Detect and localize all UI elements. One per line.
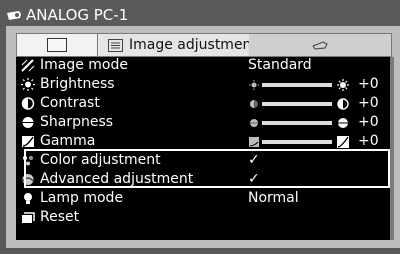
setup-icon: [312, 41, 328, 50]
menu-item-number: +0: [358, 76, 379, 92]
contrast-slider[interactable]: [248, 98, 356, 110]
contrast-icon: [21, 97, 35, 110]
image-adjustment-icon: [108, 38, 123, 52]
menu-item-label: Contrast: [40, 95, 100, 111]
tab-strip: Image adjustment: [16, 33, 392, 57]
tab-image-adjustment[interactable]: Image adjustment: [98, 34, 259, 56]
menu-item-contrast[interactable]: Contrast +0: [16, 95, 390, 112]
menu-item-label: Reset: [40, 209, 80, 225]
sharpness-slider[interactable]: [248, 117, 356, 129]
menu-item-label: Gamma: [40, 133, 96, 149]
scrollbar[interactable]: [390, 57, 394, 240]
tab-blank[interactable]: [17, 34, 98, 56]
selection-highlight: [24, 149, 390, 188]
menu-item-value: Standard: [248, 57, 312, 73]
menu-item-number: +0: [358, 133, 379, 149]
menu-item-lamp-mode[interactable]: Lamp mode Normal: [16, 190, 390, 207]
title-bar: ANALOG PC-1: [6, 4, 400, 26]
menu-item-reset[interactable]: Reset: [16, 209, 390, 226]
menu-item-gamma[interactable]: Gamma +0: [16, 133, 390, 150]
blank-tab-icon: [47, 38, 67, 52]
menu-item-number: +0: [358, 95, 379, 111]
tab-label: Image adjustment: [129, 37, 257, 53]
brightness-slider[interactable]: [248, 79, 356, 91]
menu-item-sharpness[interactable]: Sharpness +0: [16, 114, 390, 131]
window-title: ANALOG PC-1: [26, 6, 129, 24]
menu-item-brightness[interactable]: Brightness +0: [16, 76, 390, 93]
gamma-slider[interactable]: [248, 136, 356, 148]
tab-setup[interactable]: [249, 34, 391, 56]
gamma-icon: [22, 136, 34, 147]
menu-item-label: Sharpness: [40, 114, 114, 130]
menu-item-number: +0: [358, 114, 379, 130]
image-mode-icon: [21, 59, 35, 72]
brightness-icon: [21, 78, 35, 91]
menu-item-value: Normal: [248, 190, 299, 206]
menu-item-label: Lamp mode: [40, 190, 124, 206]
menu-item-label: Brightness: [40, 76, 115, 92]
sharpness-icon: [22, 117, 34, 128]
menu-item-label: Image mode: [40, 57, 128, 73]
projector-icon: [7, 11, 21, 20]
menu-item-image-mode[interactable]: Image mode Standard: [16, 57, 390, 74]
menu-list: Image mode Standard Brightness +0 Contra…: [16, 57, 390, 240]
lamp-icon: [24, 193, 32, 204]
reset-icon: [22, 212, 35, 223]
